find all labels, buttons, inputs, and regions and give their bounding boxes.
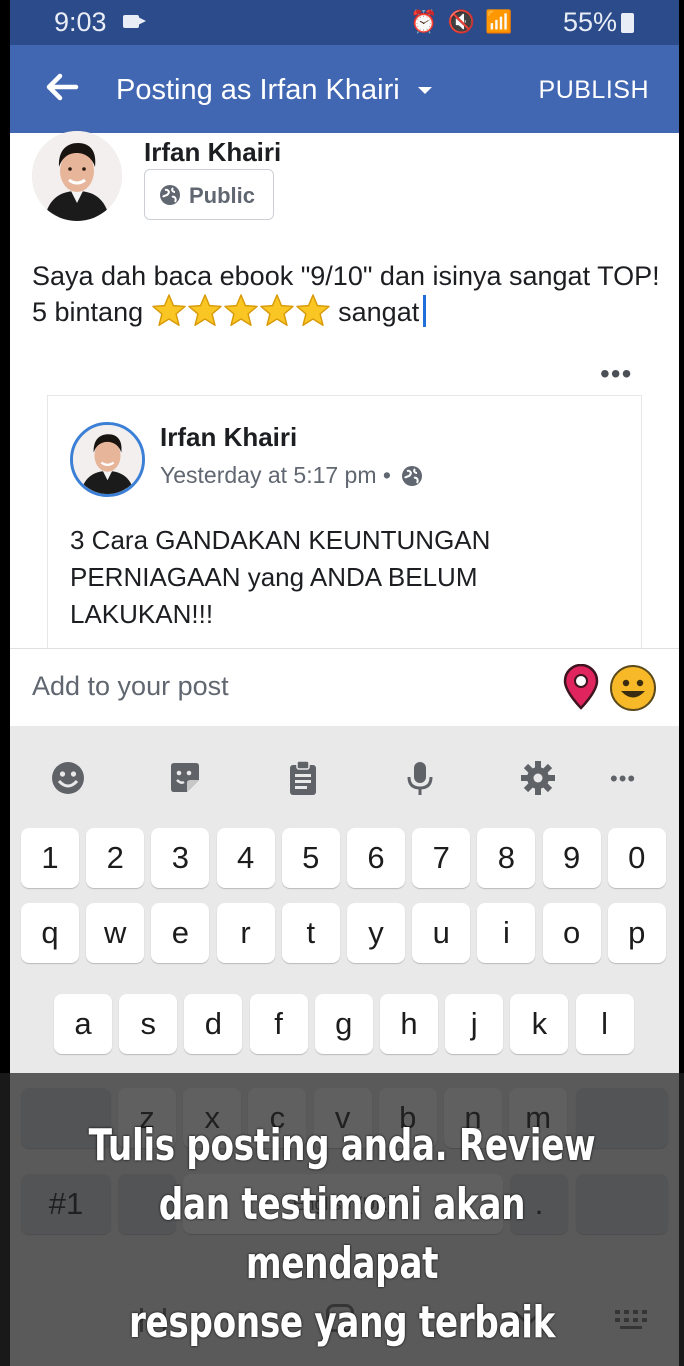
shared-post-body: 3 Cara GANDAKAN KEUNTUNGAN PERNIAGAAN ya…	[70, 525, 491, 629]
status-bar: 9:03 ⏰ 🔇 📶 55%	[10, 0, 679, 45]
key-4[interactable]: 4	[216, 828, 275, 888]
key-g[interactable]: g	[314, 994, 373, 1054]
key-7[interactable]: 7	[412, 828, 471, 888]
key-r[interactable]: r	[216, 903, 275, 963]
settings-icon[interactable]	[520, 760, 556, 796]
more-icon[interactable]: •••	[610, 766, 636, 792]
key-d[interactable]: d	[184, 994, 243, 1054]
globe-icon	[160, 185, 180, 205]
star-emojis	[151, 294, 331, 327]
key-p[interactable]: p	[607, 903, 666, 963]
star-emoji-icon	[259, 294, 294, 326]
key-y[interactable]: y	[347, 903, 405, 963]
chevron-down-icon[interactable]	[418, 87, 432, 94]
mic-icon[interactable]	[402, 760, 438, 796]
key-9[interactable]: 9	[542, 828, 601, 888]
more-options-button[interactable]: •••	[600, 360, 632, 388]
key-f[interactable]: f	[249, 994, 308, 1054]
location-pin-icon[interactable]	[561, 664, 601, 710]
key-a[interactable]: a	[54, 994, 112, 1054]
keyboard-toolbar: •••	[10, 726, 679, 826]
battery-percent: 55%	[563, 7, 618, 37]
key-u[interactable]: u	[412, 903, 471, 963]
key-w[interactable]: w	[86, 903, 145, 963]
status-time: 9:03	[54, 7, 107, 37]
privacy-selector-button[interactable]: Public	[144, 169, 274, 220]
star-emoji-icon	[295, 294, 330, 326]
key-t[interactable]: t	[281, 903, 340, 963]
app-bar: Posting as Irfan Khairi PUBLISH	[10, 45, 679, 133]
key-h[interactable]: h	[380, 994, 438, 1054]
emoji-icon[interactable]	[50, 760, 86, 796]
caption-line-1: Tulis posting anda. Review	[88, 1120, 596, 1171]
battery-icon	[621, 13, 634, 33]
shared-post-card[interactable]: Irfan Khairi Yesterday at 5:17 pm • 3 Ca…	[47, 395, 642, 655]
shared-timestamp: Yesterday at 5:17 pm •	[160, 462, 391, 488]
key-2[interactable]: 2	[86, 828, 145, 888]
video-caption: Tulis posting anda. Review dan testimoni…	[75, 1116, 609, 1352]
globe-icon	[402, 466, 423, 486]
key-6[interactable]: 6	[347, 828, 405, 888]
composer-author-name: Irfan Khairi	[144, 137, 282, 167]
key-0[interactable]: 0	[607, 828, 666, 888]
key-j[interactable]: j	[445, 994, 504, 1054]
shared-author-name: Irfan Khairi	[160, 422, 298, 452]
post-text-input[interactable]: Saya dah baca ebook "9/10" dan isinya sa…	[32, 259, 662, 330]
post-text-after: sangat	[338, 297, 420, 327]
publish-button[interactable]: PUBLISH	[539, 76, 649, 105]
status-icons: ⏰ 🔇 📶	[410, 9, 515, 34]
video-camera-icon	[123, 15, 146, 28]
key-k[interactable]: k	[510, 994, 569, 1054]
key-i[interactable]: i	[477, 903, 536, 963]
key-s[interactable]: s	[119, 994, 178, 1054]
star-emoji-icon	[223, 294, 258, 326]
star-emoji-icon	[187, 294, 222, 326]
sticker-icon[interactable]	[167, 760, 203, 796]
clipboard-icon[interactable]	[285, 760, 321, 796]
avatar	[32, 131, 122, 221]
shared-avatar	[70, 422, 145, 497]
shared-profile-photo	[73, 425, 142, 494]
star-emoji-icon	[151, 294, 186, 326]
back-arrow-icon[interactable]	[44, 69, 80, 105]
key-q[interactable]: q	[21, 903, 79, 963]
key-3[interactable]: 3	[151, 828, 210, 888]
key-o[interactable]: o	[542, 903, 601, 963]
post-composer: Irfan Khairi Public Saya dah baca ebook …	[10, 131, 679, 655]
posting-as-selector[interactable]: Posting as Irfan Khairi	[116, 74, 400, 107]
caption-line-2: dan testimoni akan mendapat	[158, 1179, 526, 1289]
add-to-post-label: Add to your post	[32, 671, 229, 701]
privacy-label: Public	[189, 183, 256, 208]
key-5[interactable]: 5	[281, 828, 340, 888]
shared-post-meta: Yesterday at 5:17 pm •	[160, 462, 423, 489]
profile-photo	[32, 131, 122, 221]
feeling-emoji-icon[interactable]	[609, 664, 657, 712]
text-cursor	[423, 295, 427, 327]
add-to-post-bar[interactable]: Add to your post	[10, 648, 679, 726]
key-8[interactable]: 8	[477, 828, 536, 888]
key-1[interactable]: 1	[21, 828, 79, 888]
key-l[interactable]: l	[575, 994, 634, 1054]
caption-line-3: response yang terbaik	[128, 1297, 556, 1348]
key-e[interactable]: e	[151, 903, 210, 963]
